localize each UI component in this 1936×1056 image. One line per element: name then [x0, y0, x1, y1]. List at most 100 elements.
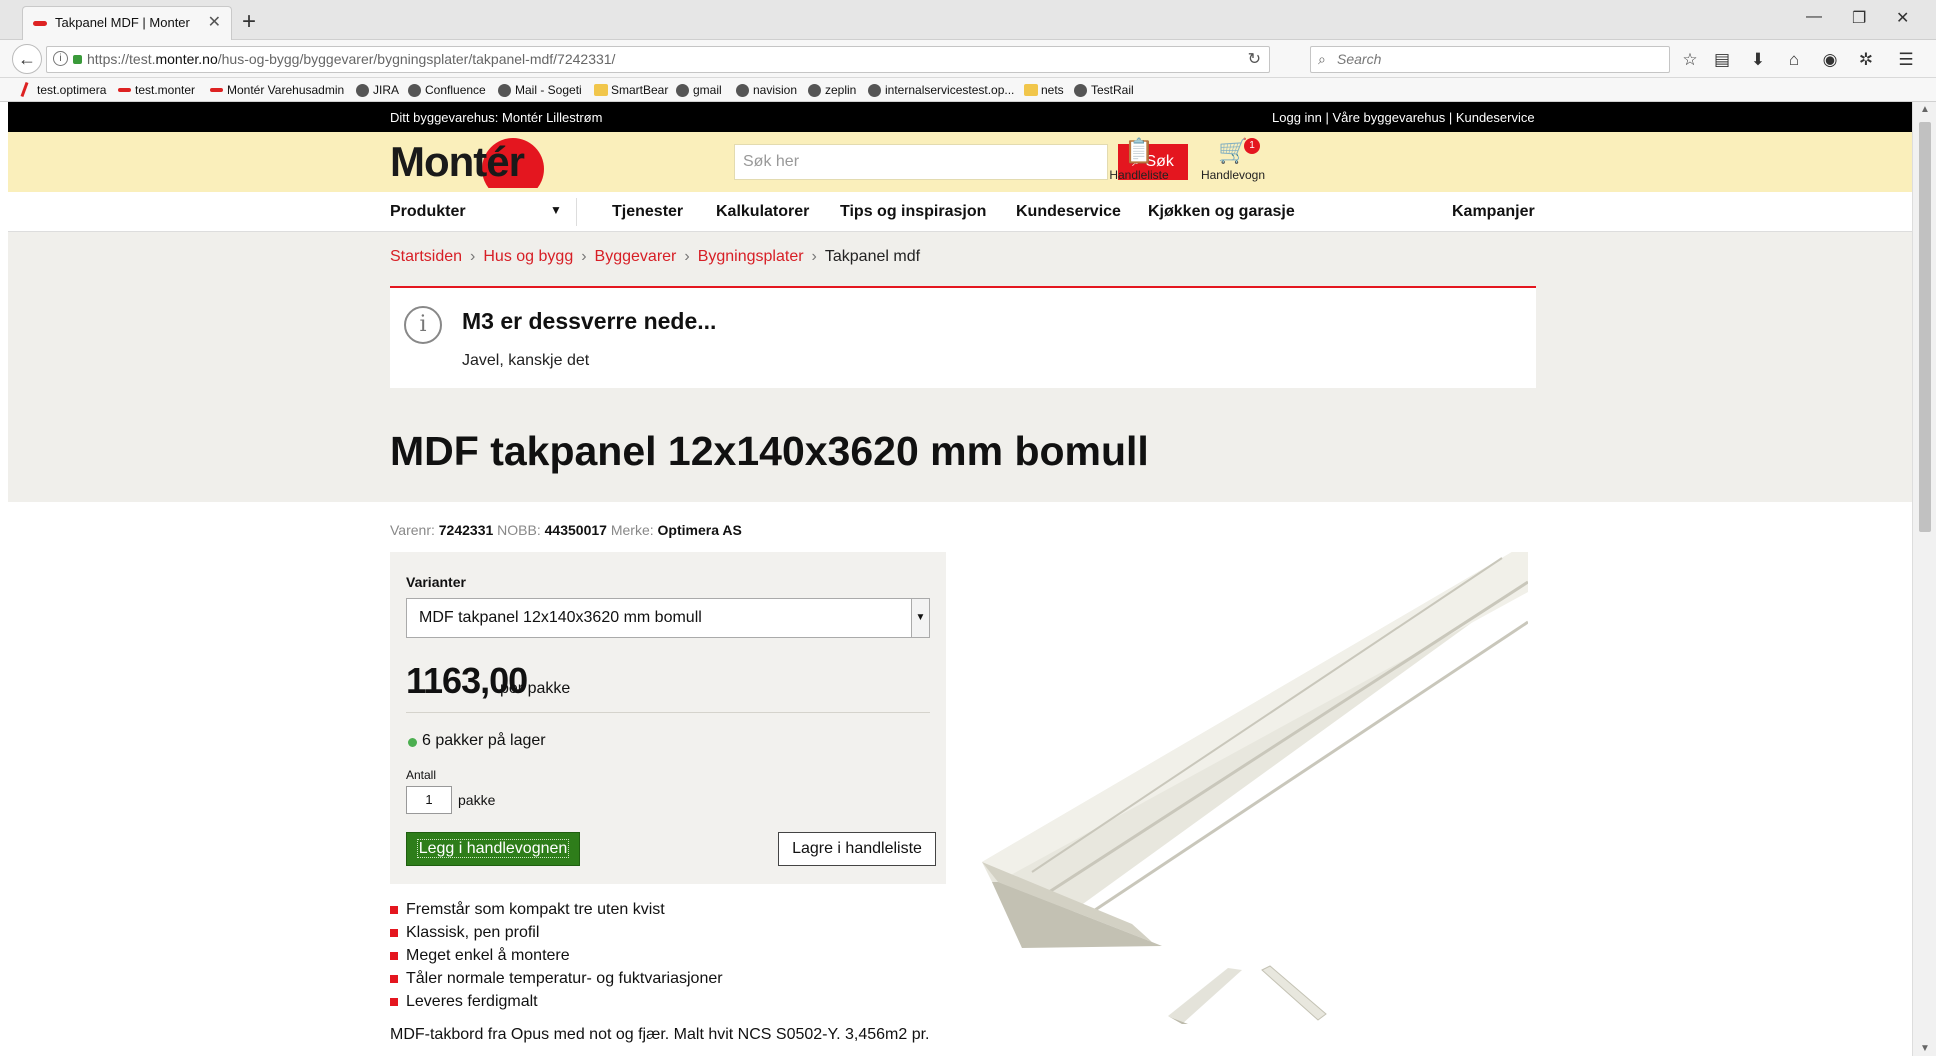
add-to-cart-button[interactable]: Legg i handlevognen — [406, 832, 580, 866]
info-icon[interactable]: i — [53, 51, 68, 66]
variants-label: Varianter — [406, 574, 466, 590]
cart-button[interactable]: 🛒 1 Handlevogn — [1188, 136, 1278, 182]
thumbnail-1[interactable] — [1168, 968, 1242, 1024]
globe-icon — [676, 84, 689, 97]
product-image[interactable] — [982, 552, 1528, 948]
close-window-icon[interactable]: ✕ — [1896, 8, 1909, 28]
browser-navbar: ← i https://test.monter.no/hus-og-bygg/b… — [0, 40, 1936, 78]
top-links[interactable]: Logg inn | Våre byggevarehus | Kundeserv… — [1272, 110, 1535, 125]
browser-tab[interactable]: Takpanel MDF | Monter ✕ — [22, 6, 232, 40]
bookmark-item[interactable]: zeplin — [808, 83, 856, 97]
download-icon[interactable]: ⬇ — [1748, 50, 1768, 70]
lock-icon — [73, 55, 82, 64]
variant-selected-value: MDF takpanel 12x140x3620 mm bomull — [419, 609, 702, 626]
bookmark-item[interactable]: nets — [1024, 83, 1064, 97]
scroll-down-icon[interactable]: ▼ — [1913, 1043, 1936, 1054]
monter-logo[interactable]: Montér — [390, 136, 560, 188]
logo-text: Montér — [390, 138, 525, 185]
monter-icon — [210, 88, 223, 92]
nav-campaigns[interactable]: Kampanjer — [1452, 203, 1535, 221]
breadcrumb: Startsiden › Hus og bygg › Byggevarer › Bygnin… — [390, 248, 920, 266]
scrollbar-thumb[interactable] — [1919, 122, 1931, 532]
top-strip: Ditt byggevarehus: Montér Lillestrøm Log… — [8, 102, 1912, 132]
bookmark-item[interactable]: Montér Varehusadmin — [210, 83, 344, 97]
bookmark-item[interactable]: JIRA — [356, 83, 399, 97]
store-text[interactable]: Ditt byggevarehus: Montér Lillestrøm — [390, 110, 602, 125]
bookmark-star-icon[interactable]: ☆ — [1680, 50, 1700, 70]
thumbnail-2[interactable] — [1261, 965, 1327, 1021]
extension-icon[interactable]: ✲ — [1856, 50, 1876, 70]
breadcrumb-item[interactable]: Bygningsplater — [698, 248, 804, 265]
bookmark-item[interactable]: Mail - Sogeti — [498, 83, 582, 97]
list-item: Leveres ferdigmalt — [390, 990, 723, 1013]
browser-search-placeholder: Search — [1337, 51, 1382, 67]
bookmark-item[interactable]: test.optimera — [20, 81, 106, 98]
bookmark-item[interactable]: gmail — [676, 83, 722, 97]
chevron-right-icon: › — [470, 248, 476, 265]
nav-customer-service[interactable]: Kundeservice — [1016, 203, 1121, 221]
chevron-right-icon: › — [581, 248, 587, 265]
tab-title: Takpanel MDF | Monter — [55, 15, 190, 30]
url-prefix: https://test. — [87, 51, 156, 67]
bookmark-item[interactable]: navision — [736, 83, 797, 97]
quantity-unit: pakke — [458, 792, 496, 808]
globe-icon — [808, 84, 821, 97]
globe-icon — [868, 84, 881, 97]
browser-search-input[interactable]: ⌕ Search — [1310, 46, 1670, 73]
pocket-icon[interactable]: ◉ — [1820, 50, 1840, 70]
bookmark-item[interactable]: test.monter — [118, 83, 195, 97]
bookmark-item[interactable]: internalservicestest.op... — [868, 83, 1014, 97]
globe-icon — [498, 84, 511, 97]
save-to-list-button[interactable]: Lagre i handleliste — [778, 832, 936, 866]
bookmark-item[interactable]: Confluence — [408, 83, 486, 97]
nav-products[interactable]: Produkter — [390, 203, 466, 221]
list-item: Meget enkel å montere — [390, 944, 723, 967]
shopping-list-button[interactable]: 📋 Handleliste — [1094, 136, 1184, 182]
nav-calculators[interactable]: Kalkulatorer — [716, 203, 809, 221]
list-item: Klassisk, pen profil — [390, 921, 723, 944]
url-domain: monter.no — [155, 51, 218, 67]
globe-icon — [356, 84, 369, 97]
url-bar[interactable]: i https://test.monter.no/hus-og-bygg/byg… — [46, 46, 1270, 73]
folder-icon — [594, 84, 608, 96]
browser-tabstrip: Takpanel MDF | Monter ✕ + — ❐ ✕ — [0, 0, 1936, 40]
stock-status: 6 pakker på lager — [406, 732, 546, 750]
reader-icon[interactable]: ▤ — [1712, 50, 1732, 70]
buy-box: Varianter MDF takpanel 12x140x3620 mm bo… — [390, 552, 946, 884]
globe-icon — [408, 84, 421, 97]
bookmark-item[interactable]: TestRail — [1074, 83, 1134, 97]
monter-favicon-icon — [33, 21, 47, 26]
breadcrumb-item[interactable]: Byggevarer — [595, 248, 677, 265]
site-header: Montér Søk her ⌕ Søk 📋 Handleliste 🛒 1 H… — [8, 132, 1912, 192]
close-tab-icon[interactable]: ✕ — [208, 7, 221, 39]
breadcrumb-item[interactable]: Hus og bygg — [483, 248, 573, 265]
url-path: /hus-og-bygg/byggevarer/bygningsplater/t… — [217, 51, 616, 67]
breadcrumb-item[interactable]: Startsiden — [390, 248, 462, 265]
nav-tips[interactable]: Tips og inspirasjon — [840, 203, 986, 221]
variant-select[interactable]: MDF takpanel 12x140x3620 mm bomull ▼ — [406, 598, 930, 638]
nav-services[interactable]: Tjenester — [612, 203, 683, 221]
restore-icon[interactable]: ❐ — [1852, 8, 1866, 28]
new-tab-button[interactable]: + — [242, 6, 256, 38]
page-scrollbar[interactable]: ▲ ▼ — [1912, 102, 1936, 1056]
scroll-up-icon[interactable]: ▲ — [1913, 104, 1936, 115]
home-icon[interactable]: ⌂ — [1784, 50, 1804, 70]
menu-icon[interactable]: ☰ — [1896, 50, 1916, 70]
chevron-right-icon: › — [684, 248, 690, 265]
chevron-down-icon[interactable]: ▼ — [550, 203, 562, 217]
alert-message: Javel, kanskje det — [462, 352, 590, 369]
bookmark-item[interactable]: SmartBear — [594, 83, 668, 97]
chevron-down-icon[interactable]: ▼ — [911, 599, 929, 637]
minimize-icon[interactable]: — — [1806, 8, 1822, 26]
list-item: Tåler normale temperatur- og fuktvariasj… — [390, 967, 723, 990]
alert-box: i M3 er dessverre nede... Javel, kanskje… — [390, 286, 1536, 388]
reload-icon[interactable]: ↻ — [1248, 47, 1261, 72]
image-thumbnails — [1168, 965, 1327, 1024]
product-meta: Varenr: 7242331 NOBB: 44350017 Merke: Op… — [390, 522, 742, 538]
site-search-input[interactable]: Søk her — [734, 144, 1108, 180]
back-button[interactable]: ← — [12, 44, 42, 74]
nav-kitchen-garage[interactable]: Kjøkken og garasje — [1148, 203, 1295, 221]
cart-icon: 🛒 — [1218, 138, 1248, 165]
quantity-input[interactable]: 1 — [406, 786, 452, 814]
add-to-cart-label: Legg i handlevognen — [416, 839, 570, 858]
